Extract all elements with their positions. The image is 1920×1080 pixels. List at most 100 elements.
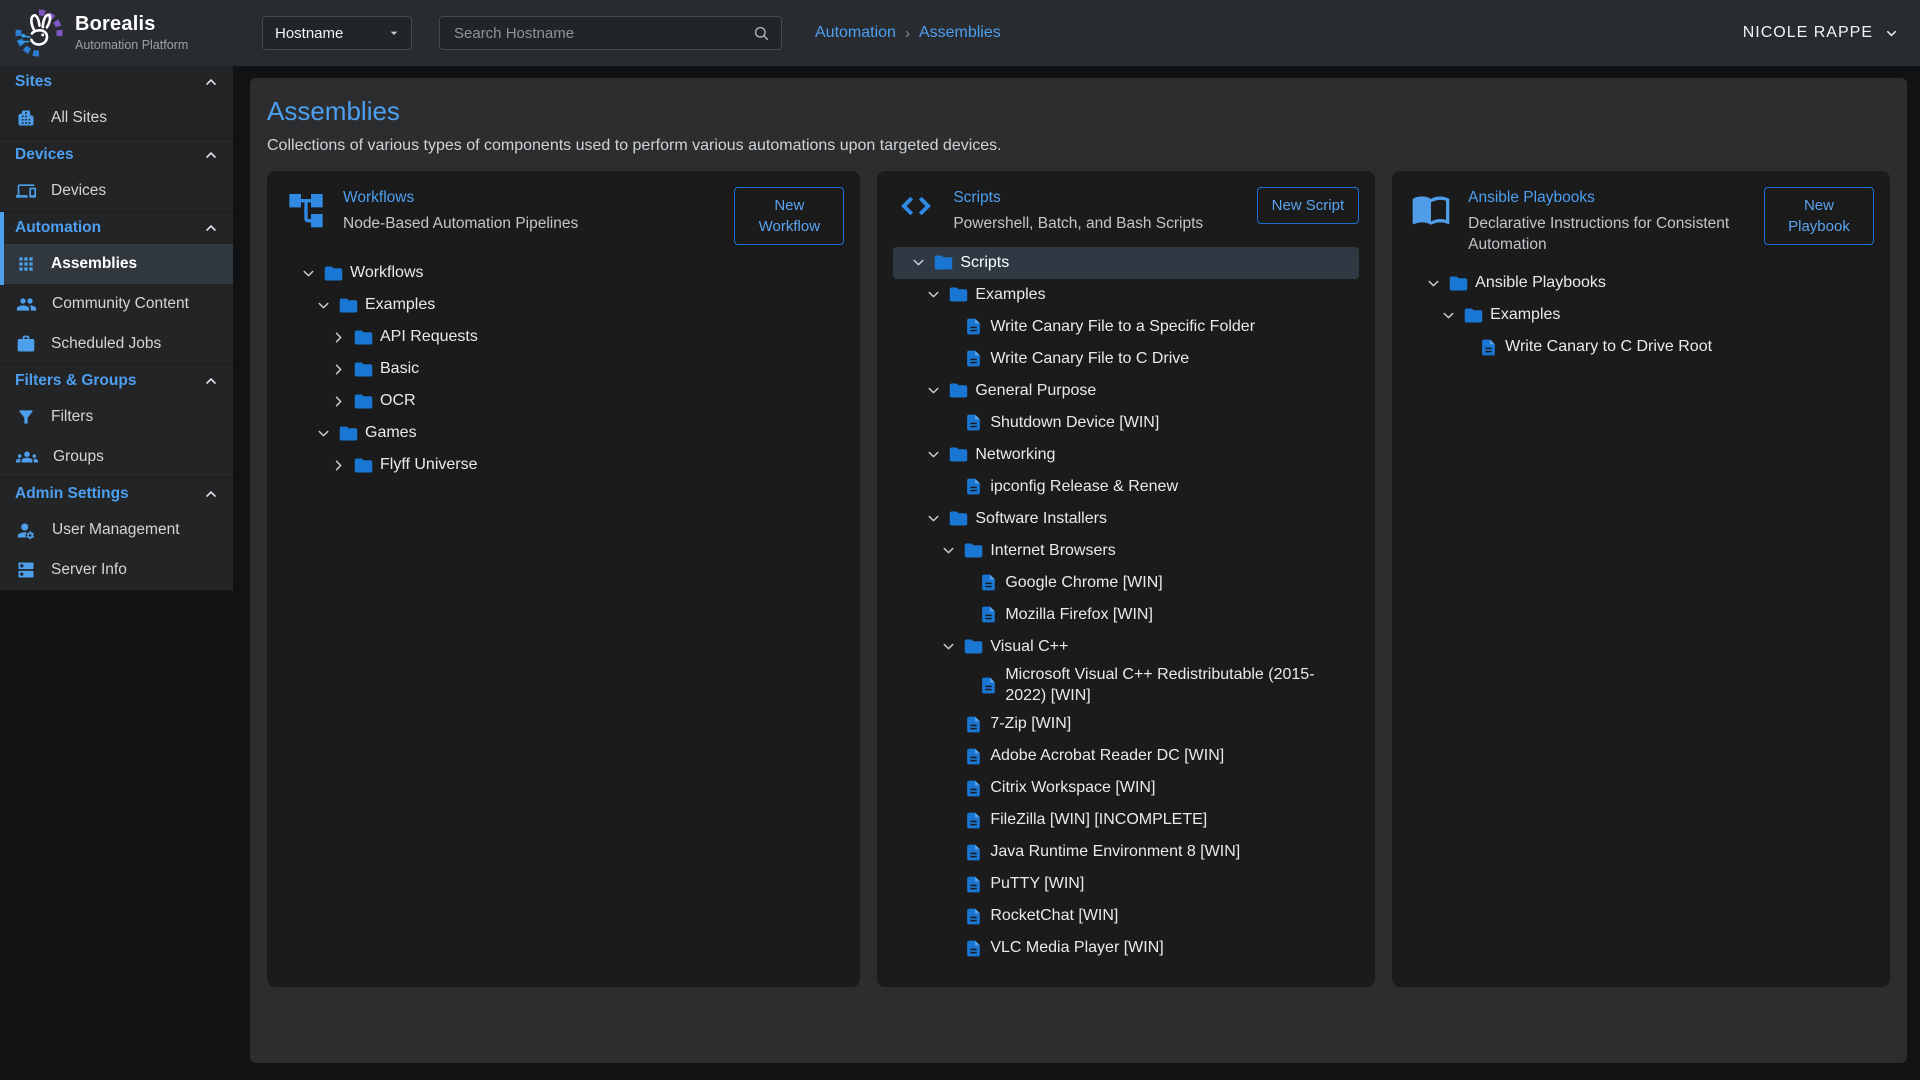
tree-item-java-runtime-environment-8-win[interactable]: Java Runtime Environment 8 [WIN] — [893, 837, 1359, 869]
sidebar-section-sites: Sites All Sites — [0, 66, 233, 139]
briefcase-icon — [16, 334, 36, 354]
tree-item-examples[interactable]: Examples — [893, 279, 1359, 311]
tree-item-general-purpose[interactable]: General Purpose — [893, 375, 1359, 407]
tree-item-visual-c[interactable]: Visual C++ — [893, 631, 1359, 663]
file-icon — [961, 317, 985, 336]
card-header: WorkflowsNode-Based Automation Pipelines… — [283, 187, 844, 245]
tree-item-label: Internet Browsers — [990, 541, 1115, 562]
sidebar-section-header-filters-groups[interactable]: Filters & Groups — [0, 365, 233, 397]
tree-item-api-requests[interactable]: API Requests — [283, 321, 844, 353]
chevron-right-icon[interactable] — [325, 361, 351, 378]
tree-item-7-zip-win[interactable]: 7-Zip [WIN] — [893, 709, 1359, 741]
chevron-right-icon[interactable] — [325, 329, 351, 346]
user-name: NICOLE RAPPE — [1743, 24, 1873, 42]
file-icon — [976, 676, 1000, 695]
assemblies-panel: Assemblies Collections of various types … — [250, 78, 1907, 1063]
book-icon — [1411, 189, 1451, 229]
breadcrumb-automation[interactable]: Automation — [815, 24, 896, 42]
tree-item-write-canary-file-to-a-specific-folder[interactable]: Write Canary File to a Specific Folder — [893, 311, 1359, 343]
tree-workflows: WorkflowsExamplesAPI RequestsBasic OCR Gam… — [283, 257, 844, 481]
sidebar-item-scheduled-jobs[interactable]: Scheduled Jobs — [0, 324, 233, 364]
sidebar-item-all-sites[interactable]: All Sites — [0, 98, 233, 138]
tree-item-label: Flyff Universe — [380, 455, 478, 476]
chevron-down-icon[interactable] — [935, 638, 961, 655]
sidebar-section-header-automation[interactable]: Automation — [0, 212, 233, 244]
tree-item-examples[interactable]: Examples — [1408, 300, 1874, 332]
tree-item-ipconfig-release-renew[interactable]: ipconfig Release & Renew — [893, 471, 1359, 503]
tree-item-label: Software Installers — [975, 509, 1107, 530]
sidebar-item-groups[interactable]: Groups — [0, 437, 233, 477]
chevron-up-icon — [202, 219, 220, 237]
workflow-icon — [286, 189, 326, 229]
tree-item-citrix-workspace-win[interactable]: Citrix Workspace [WIN] — [893, 773, 1359, 805]
tree-item-rocketchat-win[interactable]: RocketChat [WIN] — [893, 901, 1359, 933]
hostname-select-value: Hostname — [275, 25, 343, 42]
chevron-down-icon[interactable] — [920, 510, 946, 527]
chevron-right-icon[interactable] — [325, 393, 351, 410]
chevron-down-icon[interactable] — [920, 446, 946, 463]
search-input[interactable] — [452, 24, 752, 43]
sidebar-item-label: All Sites — [51, 109, 107, 127]
folder-icon — [351, 359, 375, 380]
tree-item-workflows[interactable]: Workflows — [283, 257, 844, 289]
hostname-select[interactable]: Hostname — [262, 16, 412, 50]
chevron-down-icon[interactable] — [905, 254, 931, 271]
tree-item-write-canary-file-to-c-drive[interactable]: Write Canary File to C Drive — [893, 343, 1359, 375]
new-playbook-button[interactable]: New Playbook — [1764, 187, 1874, 245]
tree-item-label: Examples — [1490, 305, 1560, 326]
user-menu[interactable]: NICOLE RAPPE — [1743, 24, 1900, 42]
tree-item-label: Networking — [975, 445, 1055, 466]
tree-item-flyff-universe[interactable]: Flyff Universe — [283, 449, 844, 481]
sidebar-section-label: Automation — [15, 219, 101, 237]
tree-item-scripts[interactable]: Scripts — [893, 247, 1359, 279]
tree-item-vlc-media-player-win[interactable]: VLC Media Player [WIN] — [893, 933, 1359, 965]
chevron-down-icon[interactable] — [295, 265, 321, 282]
sidebar-item-user-management[interactable]: User Management — [0, 510, 233, 550]
tree-item-adobe-acrobat-reader-dc-win[interactable]: Adobe Acrobat Reader DC [WIN] — [893, 741, 1359, 773]
folder-icon — [946, 284, 970, 305]
new-workflow-button[interactable]: New Workflow — [734, 187, 844, 245]
tree-item-examples[interactable]: Examples — [283, 289, 844, 321]
sidebar-item-devices[interactable]: Devices — [0, 171, 233, 211]
chevron-down-icon[interactable] — [920, 286, 946, 303]
breadcrumb-assemblies[interactable]: Assemblies — [919, 24, 1001, 42]
tree-item-shutdown-device-win[interactable]: Shutdown Device [WIN] — [893, 407, 1359, 439]
chevron-down-icon[interactable] — [310, 425, 336, 442]
tree-item-label: Microsoft Visual C++ Redistributable (20… — [1005, 665, 1353, 707]
tree-item-write-canary-to-c-drive-root[interactable]: Write Canary to C Drive Root — [1408, 332, 1874, 364]
sidebar-section-label: Admin Settings — [15, 485, 129, 503]
sidebar-item-filters[interactable]: Filters — [0, 397, 233, 437]
chevron-down-icon[interactable] — [1435, 307, 1461, 324]
tree-item-networking[interactable]: Networking — [893, 439, 1359, 471]
sidebar-section-header-devices[interactable]: Devices — [0, 139, 233, 171]
tree-item-google-chrome-win[interactable]: Google Chrome [WIN] — [893, 567, 1359, 599]
card-title: Ansible Playbooks — [1468, 189, 1750, 207]
sidebar-item-server-info[interactable]: Server Info — [0, 550, 233, 590]
tree-item-label: Write Canary to C Drive Root — [1505, 337, 1712, 358]
chevron-down-icon[interactable] — [1420, 275, 1446, 292]
sidebar-item-assemblies[interactable]: Assemblies — [0, 244, 233, 284]
tree-item-software-installers[interactable]: Software Installers — [893, 503, 1359, 535]
tree-item-games[interactable]: Games — [283, 417, 844, 449]
tree-item-filezilla-win-incomplete[interactable]: FileZilla [WIN] [INCOMPLETE] — [893, 805, 1359, 837]
sidebar-section-header-admin-settings[interactable]: Admin Settings — [0, 478, 233, 510]
new-script-button[interactable]: New Script — [1257, 187, 1360, 224]
tree-item-label: OCR — [380, 391, 416, 412]
tree-item-microsoft-visual-c-redistributable-2015-2022-win[interactable]: Microsoft Visual C++ Redistributable (20… — [893, 663, 1359, 709]
sidebar-item-community-content[interactable]: Community Content — [0, 284, 233, 324]
tree-item-ansible-playbooks[interactable]: Ansible Playbooks — [1408, 268, 1874, 300]
sidebar-item-label: Community Content — [52, 295, 189, 313]
chevron-right-icon[interactable] — [325, 457, 351, 474]
sidebar-section-header-sites[interactable]: Sites — [0, 66, 233, 98]
tree-item-label: Shutdown Device [WIN] — [990, 413, 1159, 434]
tree-item-basic[interactable]: Basic — [283, 353, 844, 385]
brand-home[interactable]: Borealis Automation Platform — [0, 7, 233, 59]
chevron-down-icon[interactable] — [920, 382, 946, 399]
tree-item-internet-browsers[interactable]: Internet Browsers — [893, 535, 1359, 567]
sidebar-item-label: Groups — [53, 448, 104, 466]
tree-item-mozilla-firefox-win[interactable]: Mozilla Firefox [WIN] — [893, 599, 1359, 631]
tree-item-ocr[interactable]: OCR — [283, 385, 844, 417]
chevron-down-icon[interactable] — [935, 542, 961, 559]
tree-item-putty-win[interactable]: PuTTY [WIN] — [893, 869, 1359, 901]
chevron-down-icon[interactable] — [310, 297, 336, 314]
